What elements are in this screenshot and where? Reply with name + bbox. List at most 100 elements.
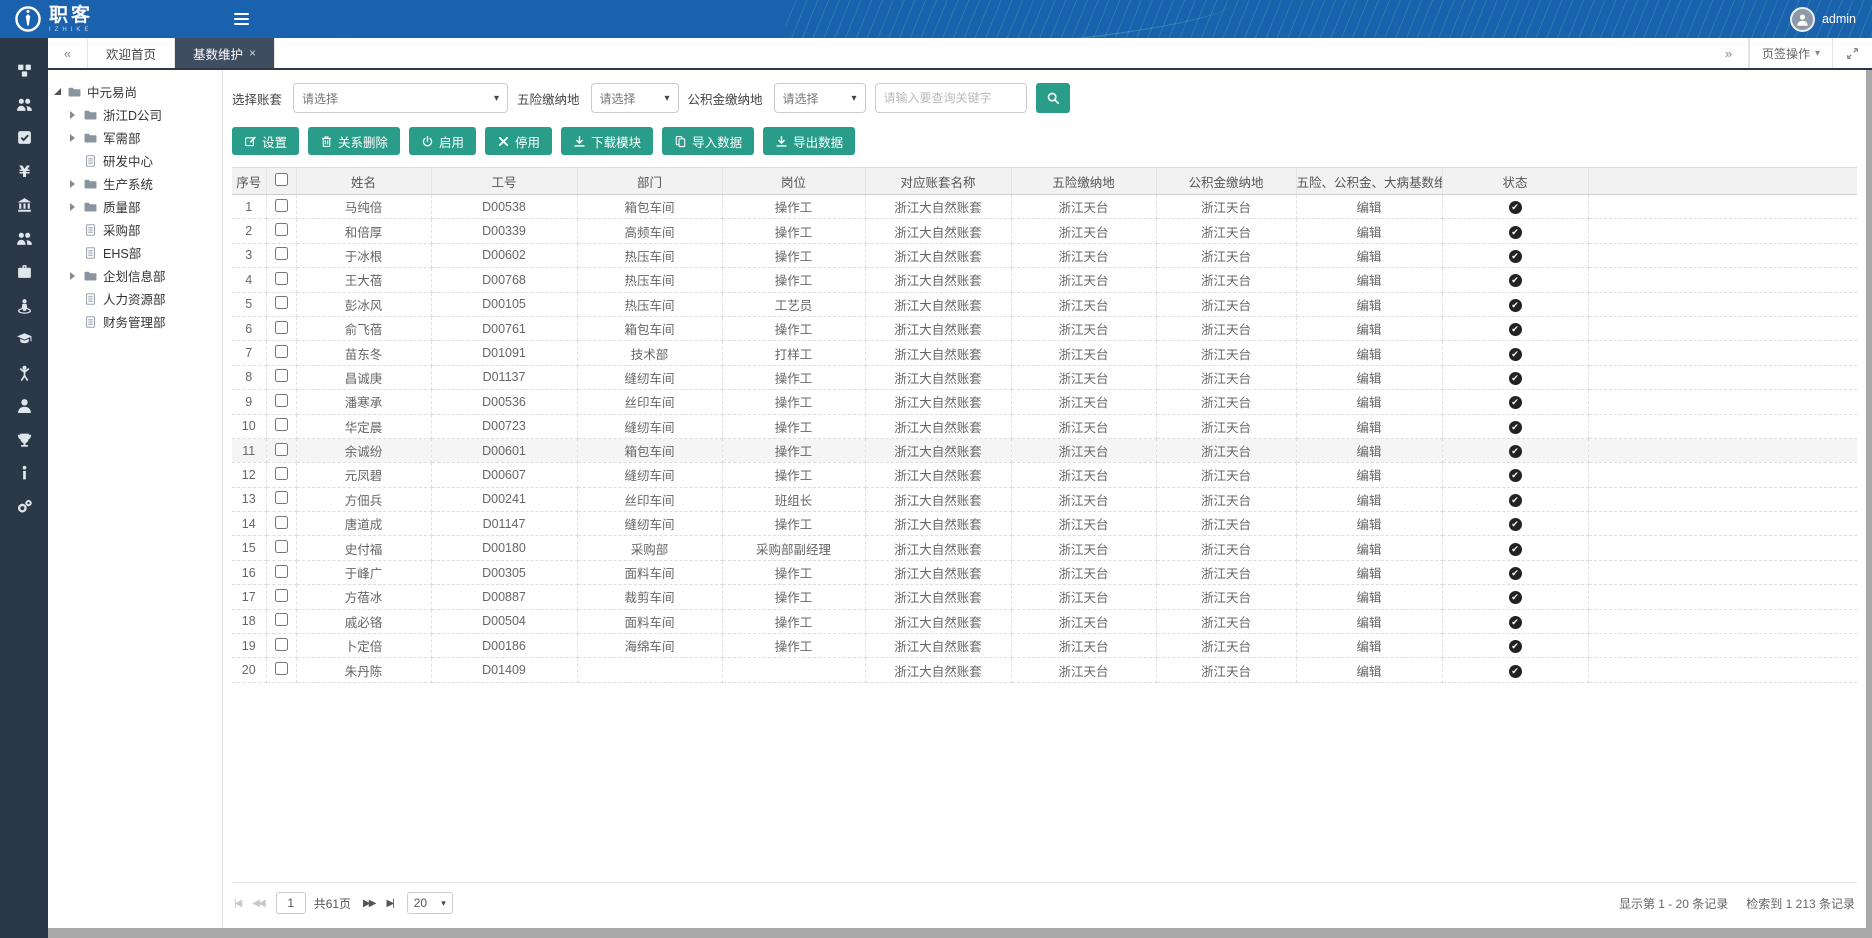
tab-welcome[interactable]: 欢迎首页	[88, 38, 175, 68]
check-square-icon[interactable]	[0, 121, 48, 155]
cell-edit: 编辑	[1296, 487, 1442, 511]
row-checkbox[interactable]	[275, 418, 288, 431]
tab-base-maintenance[interactable]: 基数维护 ×	[175, 38, 275, 68]
info-icon[interactable]	[0, 456, 48, 490]
export-data-button[interactable]: 导出数据	[763, 127, 855, 155]
briefcase-icon[interactable]	[0, 255, 48, 289]
search-button[interactable]	[1036, 83, 1070, 113]
edit-link[interactable]: 编辑	[1356, 494, 1381, 508]
row-checkbox[interactable]	[275, 296, 288, 309]
row-checkbox[interactable]	[275, 491, 288, 504]
settings-button[interactable]: 设置	[232, 127, 299, 155]
tree-item[interactable]: 人力资源部	[54, 287, 216, 310]
edit-link[interactable]: 编辑	[1356, 469, 1381, 483]
account-select[interactable]: 请选择 ▾	[293, 83, 508, 113]
edit-link[interactable]: 编辑	[1356, 348, 1381, 362]
tree-item[interactable]: 浙江D公司	[54, 103, 216, 126]
tabs-scroll-left-icon[interactable]: «	[48, 38, 88, 68]
expand-icon[interactable]	[1832, 38, 1872, 68]
tree-item[interactable]: 军需部	[54, 126, 216, 149]
import-data-button[interactable]: 导入数据	[662, 127, 754, 155]
edit-link[interactable]: 编辑	[1356, 226, 1381, 240]
row-checkbox[interactable]	[275, 516, 288, 529]
tab-operations-button[interactable]: 页签操作 ▾	[1749, 38, 1832, 68]
page-size-select[interactable]: 20 ▾	[407, 892, 453, 914]
edit-link[interactable]: 编辑	[1356, 616, 1381, 630]
cubes-icon[interactable]	[0, 54, 48, 88]
edit-link[interactable]: 编辑	[1356, 299, 1381, 313]
page-last-icon[interactable]: ▶|	[386, 898, 392, 909]
tree-item[interactable]: 研发中心	[54, 149, 216, 172]
row-checkbox[interactable]	[275, 565, 288, 578]
disable-button[interactable]: 停用	[485, 127, 552, 155]
insurance-place-select[interactable]: 请选择 ▾	[591, 83, 679, 113]
bank-icon[interactable]	[0, 188, 48, 222]
edit-link[interactable]: 编辑	[1356, 518, 1381, 532]
street-view-icon[interactable]	[0, 289, 48, 323]
users-icon[interactable]	[0, 88, 48, 122]
row-checkbox[interactable]	[275, 467, 288, 480]
tree-item[interactable]: 财务管理部	[54, 310, 216, 333]
edit-link[interactable]: 编辑	[1356, 201, 1381, 215]
row-checkbox[interactable]	[275, 638, 288, 651]
row-checkbox[interactable]	[275, 223, 288, 236]
row-checkbox[interactable]	[275, 443, 288, 456]
child-icon[interactable]	[0, 356, 48, 390]
page-first-icon[interactable]: |◀	[234, 898, 240, 909]
edit-link[interactable]: 编辑	[1356, 274, 1381, 288]
gears-icon[interactable]	[0, 490, 48, 524]
row-checkbox[interactable]	[275, 589, 288, 602]
cell-ins-place: 浙江天台	[1011, 292, 1156, 316]
enable-button[interactable]: 启用	[409, 127, 476, 155]
cell-dept: 缝纫车间	[577, 414, 722, 438]
tree-item[interactable]: 生产系统	[54, 172, 216, 195]
page-next-icon[interactable]: ▶▶	[363, 898, 374, 909]
row-checkbox[interactable]	[275, 662, 288, 675]
trophy-icon[interactable]	[0, 423, 48, 457]
edit-link[interactable]: 编辑	[1356, 372, 1381, 386]
app-logo[interactable]: 职客 IZHIKE	[0, 5, 111, 33]
row-checkbox[interactable]	[275, 321, 288, 334]
edit-link[interactable]: 编辑	[1356, 543, 1381, 557]
page-number-input[interactable]	[276, 892, 306, 914]
edit-link[interactable]: 编辑	[1356, 396, 1381, 410]
tree-item[interactable]: 采购部	[54, 218, 216, 241]
search-input[interactable]	[875, 83, 1027, 113]
fund-place-select[interactable]: 请选择 ▾	[774, 83, 866, 113]
relation-delete-button[interactable]: 关系删除	[308, 127, 400, 155]
user-icon[interactable]	[0, 389, 48, 423]
header-user-area[interactable]: admin	[1790, 7, 1872, 32]
row-checkbox[interactable]	[275, 345, 288, 358]
tree-item[interactable]: 企划信息部	[54, 264, 216, 287]
edit-link[interactable]: 编辑	[1356, 323, 1381, 337]
page-prev-icon[interactable]: ◀◀	[252, 898, 263, 909]
row-checkbox[interactable]	[275, 540, 288, 553]
tree-item[interactable]: 质量部	[54, 195, 216, 218]
edit-link[interactable]: 编辑	[1356, 421, 1381, 435]
yen-icon[interactable]: ¥	[0, 155, 48, 189]
row-checkbox[interactable]	[275, 369, 288, 382]
cell-emp-id: D00761	[431, 316, 577, 340]
tabs-scroll-right-icon[interactable]: »	[1709, 38, 1749, 68]
menu-toggle-icon[interactable]	[221, 0, 261, 38]
team-icon[interactable]	[0, 222, 48, 256]
row-checkbox[interactable]	[275, 272, 288, 285]
select-all-checkbox[interactable]	[275, 173, 288, 186]
edit-link[interactable]: 编辑	[1356, 591, 1381, 605]
edit-link[interactable]: 编辑	[1356, 665, 1381, 679]
row-checkbox[interactable]	[275, 394, 288, 407]
graduation-cap-icon[interactable]	[0, 322, 48, 356]
cell-ins-place: 浙江天台	[1011, 219, 1156, 243]
tab-close-icon[interactable]: ×	[249, 46, 256, 60]
download-template-button[interactable]: 下载模块	[561, 127, 653, 155]
row-checkbox[interactable]	[275, 613, 288, 626]
row-checkbox[interactable]	[275, 247, 288, 260]
tree-root[interactable]: 中元易尚	[54, 80, 216, 103]
tree-item[interactable]: EHS部	[54, 241, 216, 264]
edit-link[interactable]: 编辑	[1356, 567, 1381, 581]
cell-index: 8	[232, 365, 266, 389]
row-checkbox[interactable]	[275, 199, 288, 212]
edit-link[interactable]: 编辑	[1356, 640, 1381, 654]
edit-link[interactable]: 编辑	[1356, 445, 1381, 459]
edit-link[interactable]: 编辑	[1356, 250, 1381, 264]
